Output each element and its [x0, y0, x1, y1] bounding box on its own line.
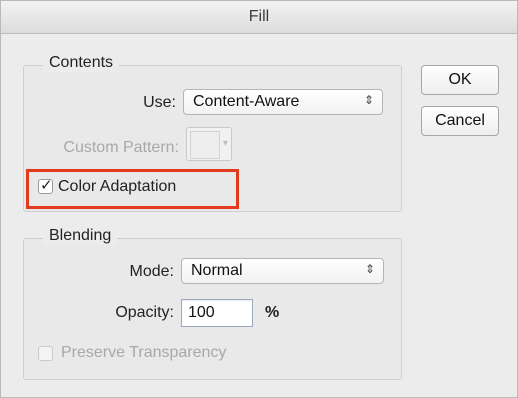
- updown-chevron-icon: ⇕: [363, 93, 374, 107]
- use-select[interactable]: Content-Aware ⇕: [183, 89, 383, 115]
- color-adaptation-checkbox[interactable]: ✓: [38, 177, 53, 194]
- use-label: Use:: [143, 94, 176, 111]
- mode-select-value: Normal: [191, 262, 243, 279]
- cancel-button[interactable]: Cancel: [421, 106, 499, 136]
- opacity-input[interactable]: 100: [181, 299, 253, 327]
- title-bar[interactable]: Fill: [1, 1, 517, 34]
- fill-dialog: Fill Contents Use: Content-Aware ⇕ Custo…: [0, 0, 518, 398]
- dialog-title: Fill: [248, 8, 270, 25]
- opacity-label: Opacity:: [115, 304, 174, 321]
- custom-pattern-picker: ▾: [186, 127, 232, 161]
- custom-pattern-label: Custom Pattern:: [63, 139, 179, 156]
- ok-button[interactable]: OK: [421, 65, 499, 95]
- use-select-value: Content-Aware: [193, 93, 300, 110]
- updown-chevron-icon: ⇕: [364, 262, 375, 276]
- blending-group-label: Blending: [43, 227, 118, 245]
- contents-group-label: Contents: [43, 54, 120, 72]
- opacity-unit: %: [265, 304, 280, 321]
- checkmark-icon: ✓: [40, 177, 53, 194]
- opacity-value: 100: [188, 304, 215, 321]
- mode-select[interactable]: Normal ⇕: [181, 258, 384, 284]
- preserve-transparency-checkbox[interactable]: [38, 346, 53, 361]
- pattern-preview: [190, 131, 220, 159]
- mode-label: Mode:: [129, 263, 174, 280]
- chevron-down-icon: ▾: [222, 138, 228, 149]
- color-adaptation-label[interactable]: Color Adaptation: [58, 178, 176, 196]
- preserve-transparency-label[interactable]: Preserve Transparency: [61, 344, 226, 362]
